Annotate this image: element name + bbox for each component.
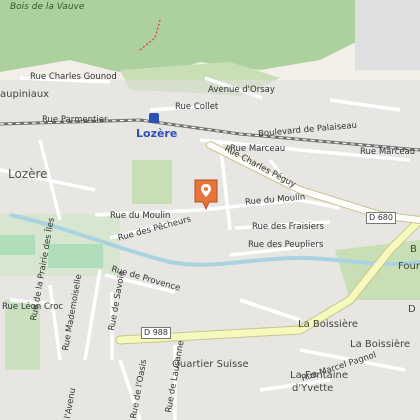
road-ref-label: D 988 bbox=[141, 327, 171, 339]
place-label: La Boissière bbox=[350, 339, 411, 350]
road-label: Rue Charles Gounod bbox=[30, 72, 117, 82]
residential-area bbox=[355, 0, 420, 70]
park-area bbox=[0, 214, 120, 276]
park-area bbox=[132, 160, 172, 204]
road-label: Rue Marceau bbox=[360, 147, 416, 157]
train-station-icon bbox=[149, 113, 159, 123]
place-label: La Boissière bbox=[298, 319, 359, 330]
place-label: Bois de la Vauve bbox=[10, 2, 85, 12]
place-label: Quartier Suisse bbox=[172, 359, 249, 370]
place-label: Lozère bbox=[8, 167, 48, 181]
place-label: d'Yvette bbox=[292, 383, 334, 394]
road-label: Avenue d'Orsay bbox=[208, 85, 275, 95]
road-label: Rue des Peupliers bbox=[248, 240, 324, 250]
location-pin-icon[interactable] bbox=[193, 178, 219, 210]
road-label: Rue Parmentier bbox=[42, 115, 108, 125]
road-label: Rue du Moulin bbox=[110, 211, 171, 221]
road-ref-label: D 680 bbox=[366, 212, 396, 224]
road-label: Rue des Fraisiers bbox=[252, 222, 324, 232]
map-canvas[interactable]: Bois de la Vauve Rue Charles Gounod aupi… bbox=[0, 0, 420, 420]
place-label: aupiniaux bbox=[0, 89, 50, 100]
station-label: Lozère bbox=[136, 127, 178, 140]
place-label: Fourn bbox=[398, 261, 420, 272]
road-label: Rue Collet bbox=[175, 102, 219, 112]
place-label: La Fontaine bbox=[290, 370, 349, 381]
place-label: B bbox=[410, 244, 417, 255]
place-label: D bbox=[408, 304, 416, 315]
